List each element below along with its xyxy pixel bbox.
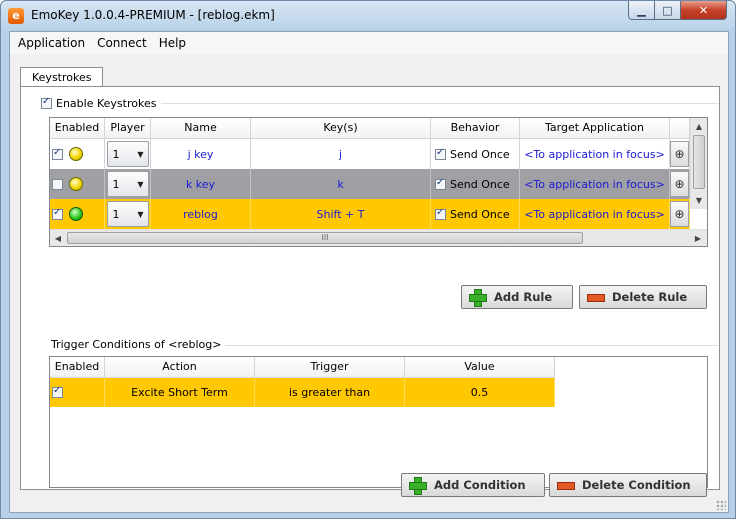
menu-application[interactable]: Application xyxy=(12,32,91,54)
behavior-label: Send Once xyxy=(450,207,510,221)
title-bar[interactable]: e EmoKey 1.0.0.4-PREMIUM - [reblog.ekm] … xyxy=(1,1,735,30)
rules-grid: Enabled Player Name Key(s) Behavior Targ… xyxy=(49,117,708,247)
delete-rule-label: Delete Rule xyxy=(612,290,688,304)
chevron-down-icon: ▼ xyxy=(137,209,144,219)
tab-strip: Keystrokes xyxy=(20,66,104,88)
delete-rule-button[interactable]: Delete Rule xyxy=(579,285,707,309)
status-led-icon xyxy=(69,177,83,191)
plus-icon xyxy=(408,476,427,495)
horizontal-scroll-thumb[interactable]: III xyxy=(67,232,583,244)
cond-header-action[interactable]: Action xyxy=(105,357,255,378)
player-value: 1 xyxy=(112,177,120,191)
add-condition-button[interactable]: Add Condition xyxy=(401,473,545,497)
player-dropdown[interactable]: 1 ▼ xyxy=(106,201,149,227)
row-enabled-checkbox[interactable] xyxy=(52,207,63,220)
add-rule-label: Add Rule xyxy=(494,290,553,304)
keystrokes-panel: Enable Keystrokes Enabled Player Name Ke… xyxy=(20,86,720,497)
vertical-scrollbar[interactable]: ▲ ▼ xyxy=(690,118,707,209)
rule-name[interactable]: j key xyxy=(151,139,251,169)
condition-enabled-checkbox[interactable] xyxy=(52,385,63,398)
delete-condition-label: Delete Condition xyxy=(582,478,691,492)
rule-keys[interactable]: j xyxy=(251,139,431,169)
condition-action[interactable]: Excite Short Term xyxy=(105,378,255,407)
rule-keys[interactable]: k xyxy=(251,169,431,199)
target-picker-icon[interactable]: ⊕ xyxy=(670,201,689,227)
close-button[interactable]: ✕ xyxy=(681,1,727,20)
player-value: 1 xyxy=(112,147,120,161)
add-rule-button[interactable]: Add Rule xyxy=(461,285,573,309)
scroll-left-icon[interactable]: ◀ xyxy=(50,230,66,246)
window-controls: ▁ □ ✕ xyxy=(628,1,727,20)
client-area: Application Connect Help Keystrokes Enab… xyxy=(9,31,729,513)
menu-connect[interactable]: Connect xyxy=(91,32,153,54)
target-picker-icon[interactable]: ⊕ xyxy=(670,141,689,167)
target-application[interactable]: <To application in focus> xyxy=(520,169,670,199)
resize-grip-icon[interactable] xyxy=(716,500,726,510)
player-dropdown[interactable]: 1 ▼ xyxy=(106,171,149,197)
col-header-enabled[interactable]: Enabled xyxy=(50,118,105,139)
add-condition-label: Add Condition xyxy=(434,478,526,492)
group-divider xyxy=(161,103,719,104)
minus-icon xyxy=(556,476,575,494)
rule-name[interactable]: k key xyxy=(151,169,251,199)
minimize-button[interactable]: ▁ xyxy=(628,1,655,20)
send-once-checkbox[interactable] xyxy=(435,147,446,160)
col-header-keys[interactable]: Key(s) xyxy=(251,118,431,139)
row-enabled-checkbox[interactable] xyxy=(52,178,63,190)
scroll-up-icon[interactable]: ▲ xyxy=(691,118,707,134)
col-header-behavior[interactable]: Behavior xyxy=(431,118,520,139)
cond-header-enabled[interactable]: Enabled xyxy=(50,357,105,378)
horizontal-scrollbar[interactable]: ◀ III ▶ xyxy=(50,229,707,246)
menu-help[interactable]: Help xyxy=(153,32,192,54)
send-once-checkbox[interactable] xyxy=(435,177,446,190)
target-picker-icon[interactable]: ⊕ xyxy=(670,171,689,197)
status-led-icon xyxy=(69,147,83,161)
behavior-label: Send Once xyxy=(450,177,510,191)
target-application[interactable]: <To application in focus> xyxy=(520,139,670,169)
table-row[interactable]: 1▼ k key k Send Once <To application in … xyxy=(50,169,690,199)
col-header-target[interactable]: Target Application xyxy=(520,118,670,139)
player-value: 1 xyxy=(112,207,120,221)
maximize-button[interactable]: □ xyxy=(655,1,681,20)
player-dropdown[interactable]: 1 ▼ xyxy=(106,141,149,167)
col-header-extra xyxy=(670,118,690,139)
col-header-name[interactable]: Name xyxy=(151,118,251,139)
conditions-grid: Enabled Action Trigger Value Excite Shor… xyxy=(49,356,708,488)
window-title: EmoKey 1.0.0.4-PREMIUM - [reblog.ekm] xyxy=(31,8,275,22)
minus-icon xyxy=(586,288,605,306)
row-enabled-checkbox[interactable] xyxy=(52,147,63,160)
delete-condition-button[interactable]: Delete Condition xyxy=(549,473,707,497)
scroll-down-icon[interactable]: ▼ xyxy=(691,192,707,208)
emokey-app-icon[interactable]: e xyxy=(8,8,24,24)
table-row[interactable]: 1▼ reblog Shift + T Send Once <To applic… xyxy=(50,199,690,229)
condition-value[interactable]: 0.5 xyxy=(405,378,555,407)
trigger-divider xyxy=(218,345,718,346)
menu-bar: Application Connect Help xyxy=(10,32,728,54)
behavior-label: Send Once xyxy=(450,147,510,161)
enable-keystrokes-label: Enable Keystrokes xyxy=(56,97,157,110)
plus-icon xyxy=(468,288,487,307)
condition-row[interactable]: Excite Short Term is greater than 0.5 xyxy=(50,378,555,407)
rule-name[interactable]: reblog xyxy=(151,199,251,229)
enable-keystrokes-row: Enable Keystrokes xyxy=(41,96,157,110)
app-window: e EmoKey 1.0.0.4-PREMIUM - [reblog.ekm] … xyxy=(0,0,736,519)
cond-header-value[interactable]: Value xyxy=(405,357,555,378)
send-once-checkbox[interactable] xyxy=(435,207,446,220)
status-led-icon xyxy=(69,207,83,221)
tab-keystrokes[interactable]: Keystrokes xyxy=(20,67,104,88)
col-header-player[interactable]: Player xyxy=(105,118,151,139)
chevron-down-icon: ▼ xyxy=(137,179,144,189)
vertical-scroll-thumb[interactable] xyxy=(693,135,705,189)
enable-keystrokes-checkbox[interactable] xyxy=(41,96,52,109)
rule-keys[interactable]: Shift + T xyxy=(251,199,431,229)
chevron-down-icon: ▼ xyxy=(137,149,144,159)
trigger-conditions-title: Trigger Conditions of <reblog> xyxy=(51,338,226,351)
scroll-right-icon[interactable]: ▶ xyxy=(690,230,706,246)
condition-trigger[interactable]: is greater than xyxy=(255,378,405,407)
target-application[interactable]: <To application in focus> xyxy=(520,199,670,229)
cond-header-trigger[interactable]: Trigger xyxy=(255,357,405,378)
table-row[interactable]: 1▼ j key j Send Once <To application in … xyxy=(50,139,690,169)
